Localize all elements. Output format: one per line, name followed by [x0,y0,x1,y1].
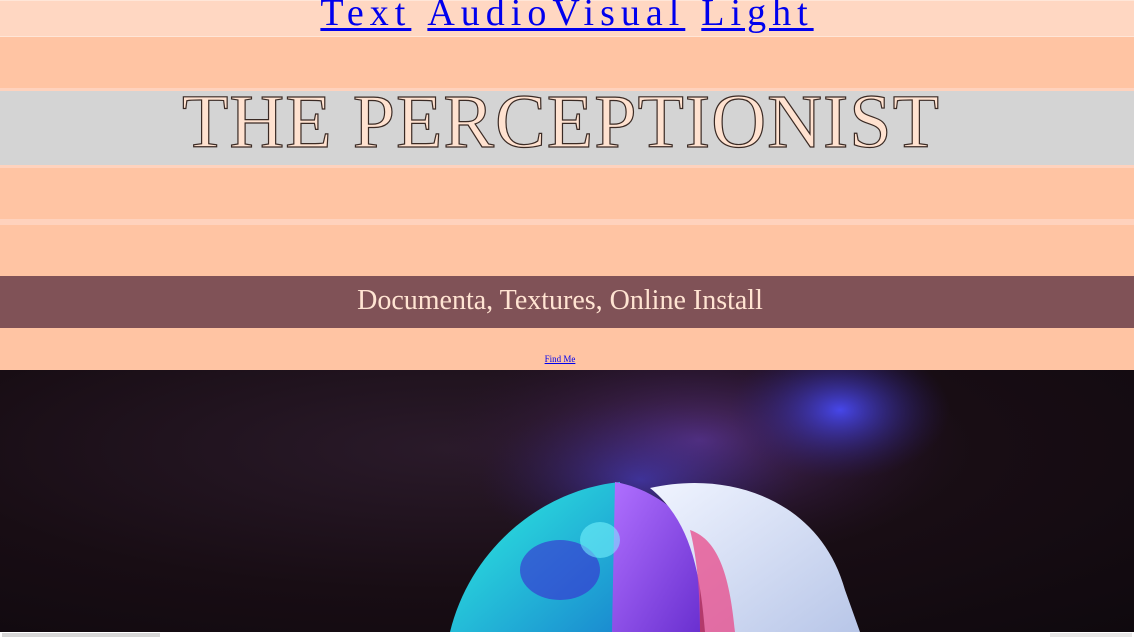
nav-link-audiovisual[interactable]: AudioVisual [427,0,685,32]
page: Text AudioVisual Light THE PERCEPTIONIST… [0,0,1134,638]
nav-link-light[interactable]: Light [701,0,813,32]
spacer-band [0,225,1134,276]
nav-link-text[interactable]: Text [320,0,411,32]
scrollbar-thumb[interactable] [2,633,160,637]
title-band: THE PERCEPTIONIST [0,80,1134,165]
nav-links: Text AudioVisual Light [0,0,1134,32]
bottom-scrollbar[interactable] [0,632,1134,638]
scrollbar-track-end [1050,633,1132,637]
subtitle-band: Documenta, Textures, Online Install [0,276,1134,328]
site-title: THE PERCEPTIONIST [181,80,940,164]
photo-image [0,370,1134,632]
photo-graphic [440,370,960,632]
find-me-container: Find Me [0,349,1134,367]
top-nav: Text AudioVisual Light [0,0,1134,37]
subtitle: Documenta, Textures, Online Install [357,285,763,316]
find-me-link[interactable]: Find Me [545,354,576,364]
spacer-band [0,168,1134,219]
